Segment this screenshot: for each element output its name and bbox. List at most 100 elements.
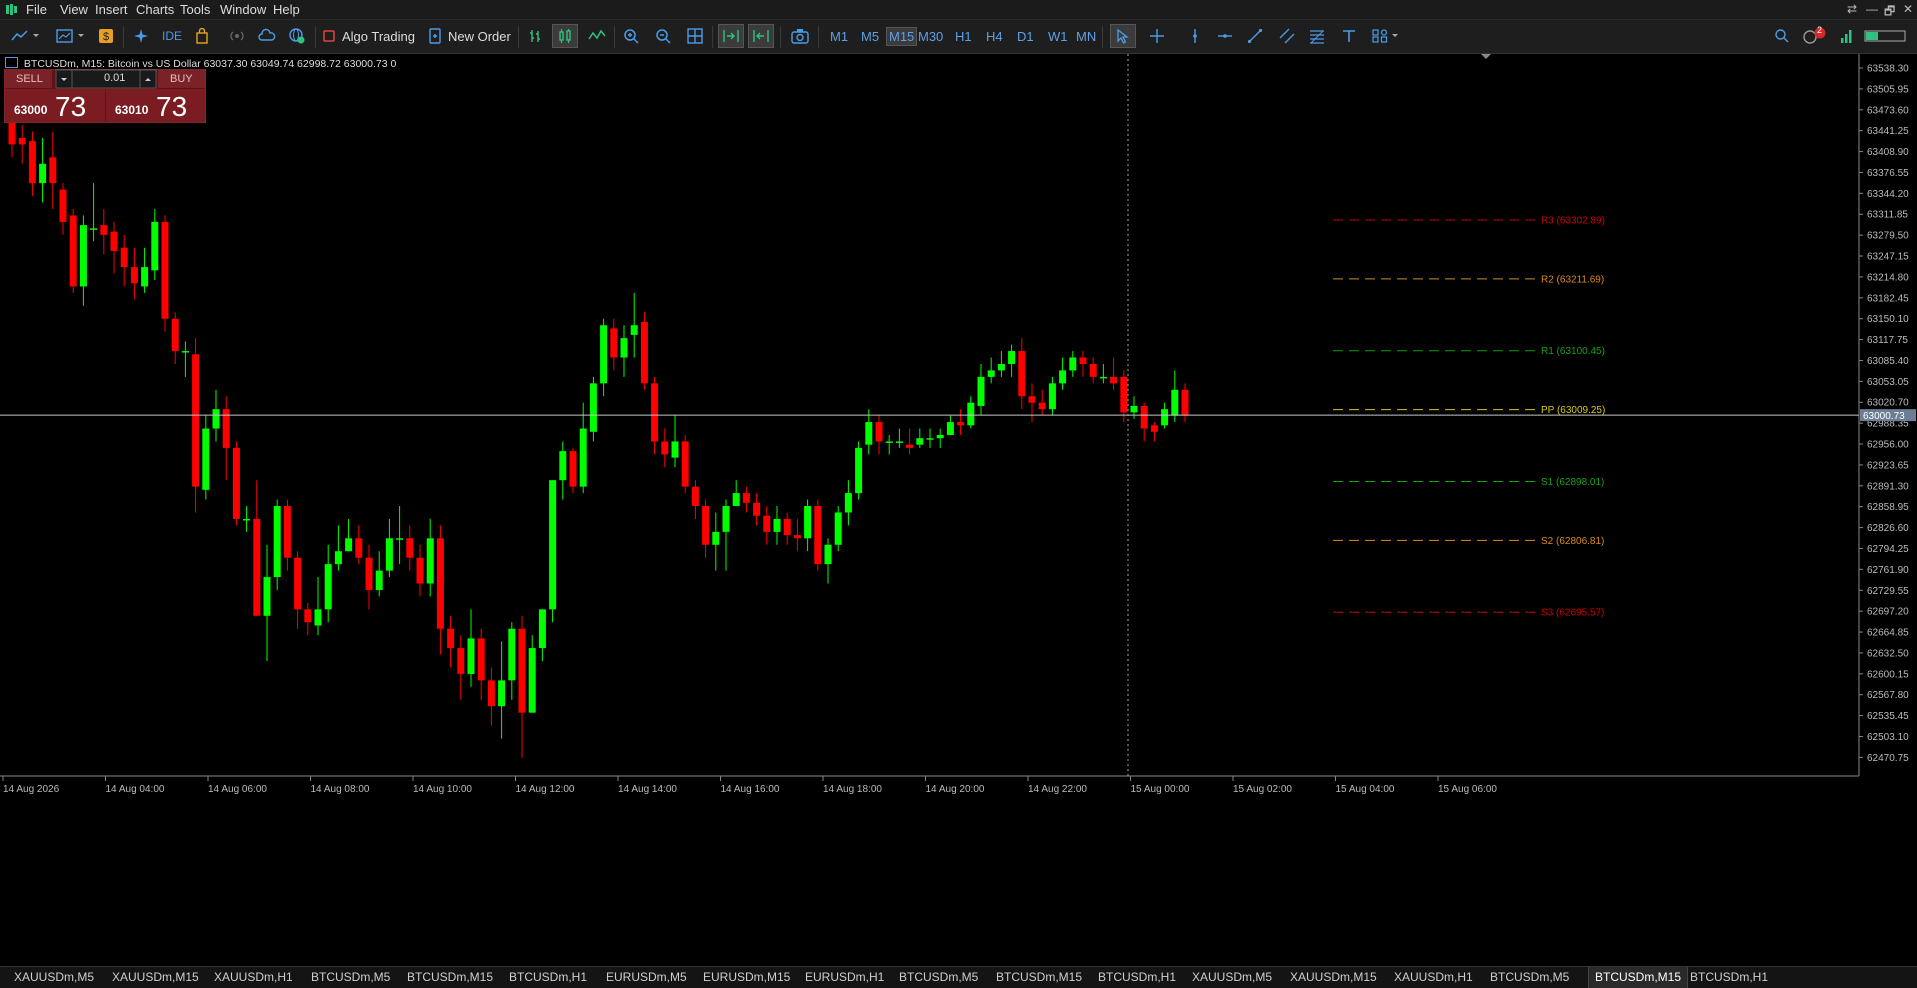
timeframe-m15[interactable]: M15 — [886, 27, 918, 46]
chart-tab[interactable]: XAUUSDm,H1 — [214, 970, 293, 984]
auto-scroll-button[interactable] — [718, 24, 744, 48]
buy-button[interactable]: BUY — [170, 73, 193, 85]
price-tick-label: 63279.50 — [1867, 231, 1909, 242]
trendline-tool-button[interactable] — [1244, 24, 1266, 48]
tile-windows-button[interactable] — [684, 24, 706, 48]
menu-tools[interactable]: Tools — [180, 2, 210, 17]
timeframe-h4[interactable]: H4 — [986, 29, 1003, 44]
sell-price-big[interactable]: 73 — [55, 91, 86, 123]
ide-button[interactable]: IDE — [160, 24, 184, 48]
candle-body — [936, 434, 944, 439]
chart-tab[interactable]: BTCUSDm,M5 — [311, 970, 390, 984]
signals-button[interactable] — [226, 24, 248, 48]
zoom-out-button[interactable] — [652, 24, 674, 48]
candle-body — [814, 506, 822, 565]
candle-body — [426, 538, 434, 584]
web-button[interactable] — [286, 24, 308, 48]
new-order-button[interactable]: New Order — [428, 24, 512, 48]
chart-tab[interactable]: BTCUSDm,H1 — [1690, 970, 1768, 984]
close-button[interactable]: ✕ — [1903, 2, 1913, 16]
chart-tab[interactable]: XAUUSDm,M5 — [14, 970, 94, 984]
vertical-line-tool-button[interactable] — [1184, 24, 1206, 48]
menu-insert[interactable]: Insert — [95, 2, 128, 17]
notifications-button[interactable]: 2 — [1800, 24, 1830, 48]
timeframe-m5[interactable]: M5 — [861, 29, 879, 44]
chart-tab[interactable]: BTCUSDm,H1 — [509, 970, 587, 984]
candlestick-chart-button[interactable] — [552, 24, 578, 48]
zoom-in-button[interactable] — [620, 24, 642, 48]
candle-body — [946, 422, 954, 435]
sell-price-small[interactable]: 63000 — [14, 103, 47, 117]
shapes-dropdown[interactable] — [1368, 24, 1404, 48]
timeframe-mn[interactable]: MN — [1076, 29, 1096, 44]
timeframe-m1[interactable]: M1 — [830, 29, 848, 44]
menu-file[interactable]: File — [26, 2, 47, 17]
candle-body — [722, 506, 730, 532]
chart-shift-button[interactable] — [748, 24, 774, 48]
chart-area[interactable]: 63538.30 63505.95 63473.60 63441.25 63408.90… — [0, 54, 1917, 966]
text-tool-button[interactable] — [1338, 24, 1360, 48]
chart-tab[interactable]: XAUUSDm,M15 — [1290, 970, 1377, 984]
volume-input[interactable]: 0.01 — [104, 72, 125, 84]
bar-chart-button[interactable] — [524, 24, 546, 48]
crosshair-tool-button[interactable] — [1146, 24, 1168, 48]
search-button[interactable] — [1772, 24, 1792, 48]
fibonacci-tool-button[interactable] — [1306, 24, 1328, 48]
algo-trading-button[interactable]: Algo Trading — [322, 24, 422, 48]
candle-body — [1008, 351, 1016, 364]
buy-price-big[interactable]: 73 — [156, 91, 187, 123]
chart-tab[interactable]: BTCUSDm,M15 — [996, 970, 1082, 984]
minimize-button[interactable]: — — [1866, 2, 1878, 16]
chart-tab[interactable]: XAUUSDm,M15 — [112, 970, 199, 984]
strategy-tester-button[interactable] — [130, 24, 152, 48]
buy-price-small[interactable]: 63010 — [115, 103, 148, 117]
cursor-tool-button[interactable] — [1110, 24, 1136, 48]
menu-help[interactable]: Help — [273, 2, 300, 17]
chart-tab[interactable]: BTCUSDm,M15 — [407, 970, 493, 984]
timeframe-w1[interactable]: W1 — [1048, 29, 1068, 44]
chart-tab[interactable]: EURUSDm,M15 — [703, 970, 790, 984]
chart-type-dropdown[interactable] — [6, 24, 44, 48]
shop-button[interactable] — [192, 24, 212, 48]
one-click-trading-panel: SELL BUY 0.01 63000 73 63010 73 — [4, 69, 206, 123]
menu-charts[interactable]: Charts — [136, 2, 174, 17]
candle-body — [202, 428, 210, 490]
price-chart[interactable]: 63538.30 63505.95 63473.60 63441.25 63408.90… — [0, 54, 1917, 966]
menu-window[interactable]: Window — [220, 2, 266, 17]
chart-tab[interactable]: XAUUSDm,H1 — [1394, 970, 1473, 984]
pivot-label: R2 (63211.69) — [1541, 274, 1604, 285]
template-dropdown[interactable] — [52, 24, 88, 48]
horizontal-line-tool-button[interactable] — [1214, 24, 1236, 48]
pivot-label: S2 (62806.81) — [1541, 536, 1604, 547]
chart-tab[interactable]: EURUSDm,M5 — [606, 970, 687, 984]
price-tick-label: 63344.20 — [1867, 189, 1909, 200]
screenshot-button[interactable] — [788, 24, 812, 48]
current-price-tag-label: 63000.73 — [1863, 411, 1905, 422]
candle-body — [151, 221, 159, 271]
menu-view[interactable]: View — [60, 2, 88, 17]
chart-tab[interactable]: BTCUSDm,M5 — [899, 970, 978, 984]
sell-button[interactable]: SELL — [16, 73, 43, 85]
chart-tab[interactable]: EURUSDm,H1 — [805, 970, 884, 984]
swap-icon[interactable]: ⇄ — [1847, 2, 1857, 16]
timeframe-d1[interactable]: D1 — [1017, 29, 1034, 44]
vps-button[interactable] — [256, 24, 278, 48]
chart-tab[interactable]: BTCUSDm,H1 — [1098, 970, 1176, 984]
toolbar: $ IDE Algo Trading New Order M1 M5 M15 M… — [0, 20, 1917, 54]
timeframe-m30[interactable]: M30 — [918, 29, 943, 44]
chart-tab[interactable]: XAUUSDm,M5 — [1192, 970, 1272, 984]
candle-body — [49, 157, 57, 184]
signal-strength-button[interactable] — [1838, 24, 1856, 48]
new-order-icon — [429, 28, 441, 44]
channel-tool-button[interactable] — [1276, 24, 1298, 48]
market-button[interactable]: $ — [96, 24, 116, 48]
chart-tab[interactable]: BTCUSDm,M5 — [1490, 970, 1569, 984]
chart-tab[interactable]: BTCUSDm,M15 — [1588, 967, 1689, 988]
time-tick-label: 15 Aug 02:00 — [1233, 784, 1292, 795]
candle-body — [916, 438, 924, 445]
timeframe-h1[interactable]: H1 — [955, 29, 972, 44]
line-chart-button[interactable] — [586, 24, 608, 48]
price-tick-label: 63247.15 — [1867, 252, 1909, 263]
camera-icon — [791, 29, 809, 44]
candle-body — [355, 538, 363, 558]
